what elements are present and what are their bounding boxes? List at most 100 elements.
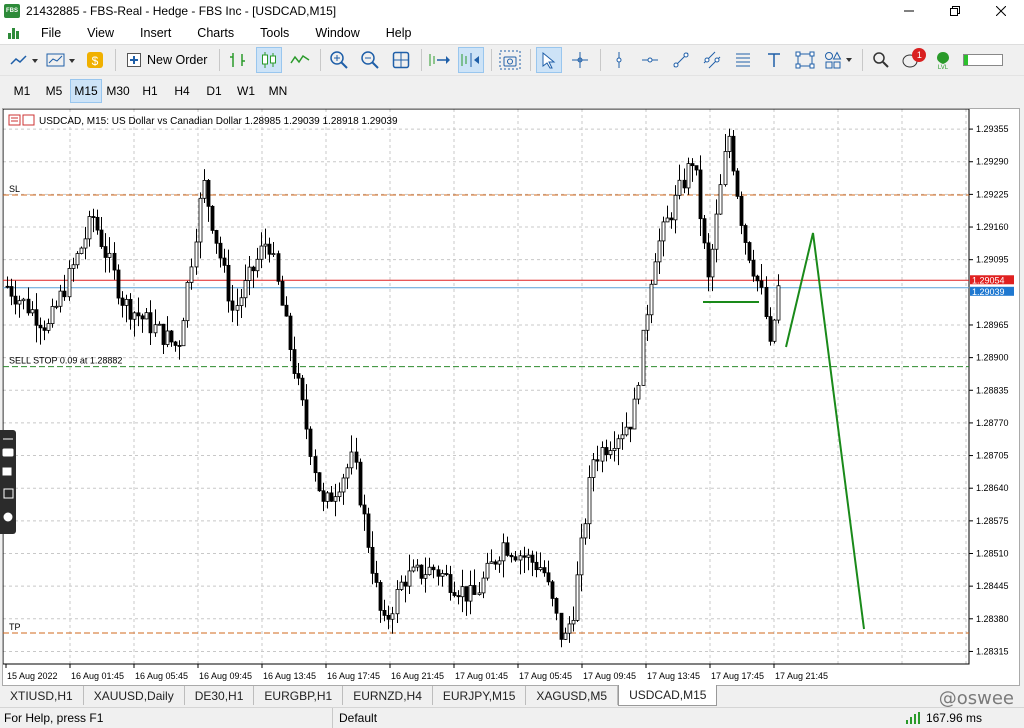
title-bar: FBS 21432885 - FBS-Real - Hedge - FBS In…	[0, 0, 1024, 22]
timeframe-h1[interactable]: H1	[134, 79, 166, 103]
tab-eurjpy-m15[interactable]: EURJPY,M15	[433, 686, 527, 705]
screenshot-icon[interactable]	[497, 47, 523, 73]
candle-body	[67, 268, 72, 298]
candle-body	[366, 513, 371, 548]
timeframe-m30[interactable]: M30	[102, 79, 134, 103]
candle-body	[218, 242, 223, 259]
price-chart[interactable]: SLTPSELL STOP 0.09 at 1.28882 1.293551.2…	[2, 108, 1019, 685]
timeframe-h4[interactable]: H4	[166, 79, 198, 103]
shapes-icon[interactable]	[792, 47, 818, 73]
timeframe-mn[interactable]: MN	[262, 79, 294, 103]
tab-xauusd-daily[interactable]: XAUUSD,Daily	[84, 686, 185, 705]
text-icon[interactable]	[761, 47, 787, 73]
candle-body	[448, 574, 453, 593]
menu-tools[interactable]: Tools	[247, 26, 302, 40]
search-icon[interactable]	[868, 47, 894, 73]
status-help-text: For Help, press F1	[4, 711, 104, 725]
autoscroll-icon[interactable]	[427, 47, 453, 73]
signal-level-icon[interactable]: LVL	[930, 47, 956, 73]
candle-body	[632, 398, 637, 430]
candle-body	[608, 450, 613, 456]
status-ping[interactable]: 167.96 ms	[905, 711, 982, 725]
candle-body	[26, 298, 31, 314]
price-tick-label: 1.28770	[976, 418, 1009, 428]
dollar-icon[interactable]: $	[82, 47, 108, 73]
candle-body	[423, 574, 428, 579]
candle-body	[554, 598, 559, 614]
timeframe-m15[interactable]: M15	[70, 78, 102, 103]
fibonacci-icon[interactable]	[730, 47, 756, 73]
menu-help[interactable]: Help	[373, 26, 425, 40]
new-order-button[interactable]: New Order	[121, 47, 212, 73]
menu-insert[interactable]: Insert	[127, 26, 184, 40]
chart-menu-icon[interactable]	[8, 27, 22, 39]
zoom-in-icon[interactable]	[326, 47, 352, 73]
notifications-button[interactable]: 1	[899, 47, 927, 73]
chart-shift-icon[interactable]	[458, 47, 485, 73]
templates-icon[interactable]	[45, 47, 77, 73]
settings-gear-icon[interactable]	[3, 512, 13, 522]
tab-eurnzd-h4[interactable]: EURNZD,H4	[343, 686, 433, 705]
trendline-icon[interactable]	[668, 47, 694, 73]
restore-button[interactable]	[932, 0, 978, 22]
menu-window[interactable]: Window	[302, 26, 372, 40]
camera-icon[interactable]	[2, 448, 14, 457]
objects-menu-icon[interactable]	[823, 47, 855, 73]
candle-body	[9, 286, 14, 297]
chart-window[interactable]: SL TP SELL STOP 0.09 at 1.28882 1.29355 1.2…	[2, 108, 1020, 686]
tile-windows-icon[interactable]	[388, 47, 414, 73]
tab-eurgbp-h1[interactable]: EURGBP,H1	[254, 686, 344, 705]
candle-body	[226, 264, 231, 302]
candle-body	[132, 312, 137, 320]
candle-body	[727, 135, 732, 152]
candle-body	[575, 574, 580, 621]
timeframe-m1[interactable]: M1	[6, 79, 38, 103]
price-tick-label: 1.28510	[976, 549, 1009, 559]
timeframe-w1[interactable]: W1	[230, 79, 262, 103]
price-tick-label: 1.29160	[976, 222, 1009, 232]
horizontal-line-icon[interactable]	[637, 47, 663, 73]
candle-body	[321, 490, 326, 502]
candle-body	[542, 567, 547, 574]
candle-body	[153, 324, 158, 334]
minimize-button[interactable]	[886, 0, 932, 22]
candle-body	[62, 290, 67, 298]
candle-body	[165, 330, 170, 345]
zoom-out-icon[interactable]	[357, 47, 383, 73]
candle-body	[136, 312, 141, 317]
tab-usdcad-m15[interactable]: USDCAD,M15	[618, 685, 718, 706]
timeframe-d1[interactable]: D1	[198, 79, 230, 103]
bid-price-label: 1.29054	[972, 275, 1005, 285]
candle-body	[702, 218, 707, 244]
menu-file[interactable]: File	[28, 26, 74, 40]
status-profile[interactable]: Default	[332, 708, 377, 728]
crosshair-icon[interactable]	[567, 47, 593, 73]
tab-xtiusd-h1[interactable]: XTIUSD,H1	[0, 686, 84, 705]
price-tick-label: 1.28640	[976, 483, 1009, 493]
candle-body	[46, 323, 51, 331]
price-axis[interactable]: 1.29355 1.29290 1.29225 1.29160 1.29095 1.289…	[969, 124, 1014, 656]
bar-chart-icon[interactable]	[225, 47, 251, 73]
timeframe-m5[interactable]: M5	[38, 79, 70, 103]
candle-body	[198, 197, 203, 243]
chart-type-icon[interactable]	[8, 47, 40, 73]
window-icon[interactable]	[3, 488, 14, 499]
candle-body	[505, 542, 510, 556]
tab-xagusd-m5[interactable]: XAGUSD,M5	[526, 686, 619, 705]
channel-icon[interactable]	[699, 47, 725, 73]
cursor-icon[interactable]	[536, 47, 563, 73]
candle-body	[75, 253, 80, 266]
tab-de30-h1[interactable]: DE30,H1	[185, 686, 255, 705]
menu-view[interactable]: View	[74, 26, 127, 40]
candlestick-chart-icon[interactable]	[256, 47, 283, 73]
candle-body	[427, 566, 432, 576]
close-button[interactable]	[978, 0, 1024, 22]
candle-body	[288, 315, 293, 350]
menu-charts[interactable]: Charts	[184, 26, 247, 40]
candle-body	[567, 623, 572, 634]
vertical-line-icon[interactable]	[606, 47, 632, 73]
video-icon[interactable]	[2, 467, 12, 476]
line-chart-icon[interactable]	[287, 47, 313, 73]
time-axis[interactable]: 15 Aug 2022 16 Aug 01:45 16 Aug 05:45 16 Au…	[5, 664, 828, 681]
candle-body	[185, 282, 190, 322]
